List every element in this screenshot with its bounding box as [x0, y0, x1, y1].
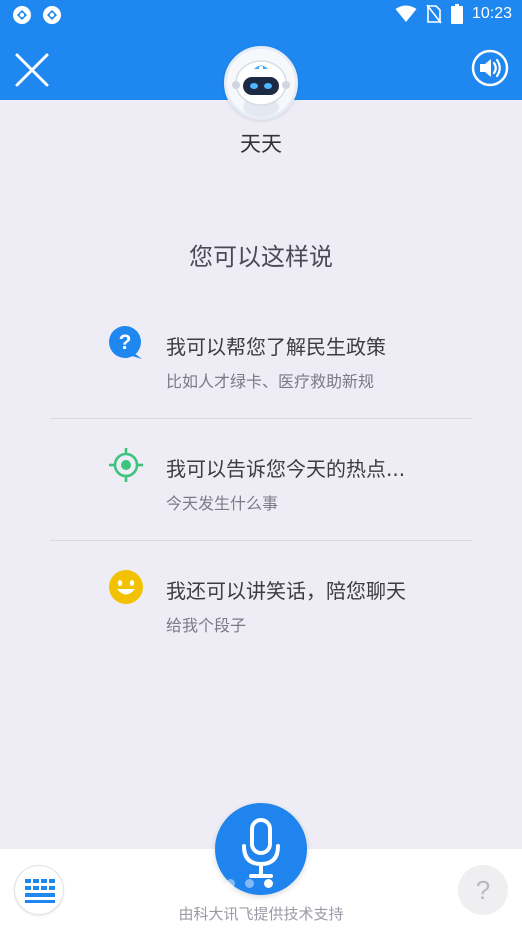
prompt-title: 您可以这样说: [189, 243, 333, 271]
suggestion-title: 我可以告诉您今天的热点...: [166, 457, 406, 481]
divider: [50, 540, 472, 541]
suggestion-subtitle: 给我个段子: [166, 616, 247, 635]
suggestion-item-policy[interactable]: ? 我可以帮您了解民生政策 比如人才绿卡、医疗救助新规: [50, 298, 472, 420]
suggestion-title: 我可以帮您了解民生政策: [166, 335, 386, 359]
powered-by-text: 由科大讯飞提供技术支持: [178, 905, 344, 923]
bot-avatar: [224, 46, 298, 120]
no-sim-icon: [426, 4, 442, 24]
status-bar: 10:23: [0, 0, 522, 30]
close-button[interactable]: [12, 50, 52, 90]
suggestion-subtitle: 今天发生什么事: [166, 494, 279, 513]
speaker-icon: [471, 49, 509, 87]
page-dot: [245, 879, 254, 888]
suggestion-icon-wrap: ?: [108, 325, 144, 361]
suggestion-subtitle: 比如人才绿卡、医疗救助新规: [166, 372, 375, 391]
suggestion-title: 我还可以讲笑话，陪您聊天: [166, 579, 406, 603]
svg-text:?: ?: [119, 331, 132, 354]
app-notification-icon: [13, 6, 31, 24]
question-bubble-icon: ?: [109, 326, 142, 359]
suggestion-icon-wrap: [108, 447, 144, 483]
wifi-icon: [395, 5, 417, 22]
divider: [50, 418, 472, 419]
page-dot-active: [264, 879, 273, 888]
status-time: 10:23: [471, 5, 512, 22]
robot-avatar-icon: [227, 49, 295, 117]
close-icon: [15, 53, 49, 87]
smiley-icon: [109, 570, 143, 604]
battery-icon: [450, 4, 463, 24]
suggestion-item-hotspot[interactable]: 我可以告诉您今天的热点... 今天发生什么事: [50, 420, 472, 542]
page-indicator: [226, 879, 273, 888]
suggestion-item-chat[interactable]: 我还可以讲笑话，陪您聊天 给我个段子: [50, 542, 472, 664]
suggestion-icon-wrap: [108, 569, 144, 605]
bot-name: 天天: [240, 132, 282, 156]
page-dot: [226, 879, 235, 888]
sound-toggle-button[interactable]: [470, 48, 510, 88]
app-notification-icon: [43, 6, 61, 24]
target-icon: [109, 448, 143, 482]
